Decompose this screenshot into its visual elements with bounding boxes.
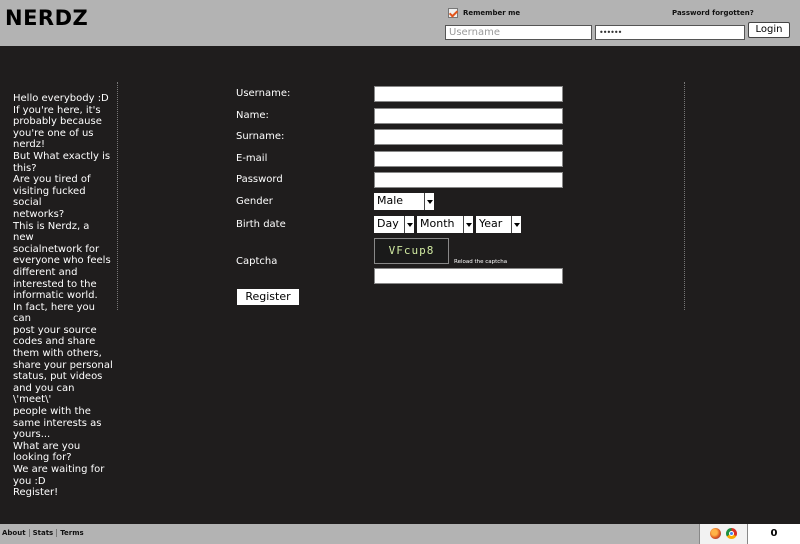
captcha-image: VFcup8 — [374, 238, 449, 264]
footer-links: About Stats Terms — [2, 529, 90, 537]
welcome-line: people with the — [13, 406, 91, 418]
birth-date-label: Birth date — [236, 219, 286, 230]
remember-me[interactable]: Remember me — [448, 8, 520, 18]
welcome-line: Register! — [13, 487, 59, 499]
login-password-input[interactable]: •••••• — [595, 25, 745, 40]
welcome-line: This is Nerdz, a new — [13, 220, 90, 244]
email-label: E-mail — [236, 153, 268, 164]
chevron-down-icon[interactable] — [424, 193, 434, 210]
welcome-line: informatic world. — [13, 290, 98, 302]
welcome-line: socialnetwork for — [13, 243, 100, 255]
day-value: Day — [377, 217, 399, 230]
month-value: Month — [420, 217, 455, 230]
surname-input[interactable] — [374, 129, 563, 145]
stats-link[interactable]: Stats — [33, 529, 58, 537]
welcome-line: We are waiting for — [13, 464, 105, 475]
welcome-line: post your source — [13, 324, 97, 336]
welcome-line: If you're here, it's — [13, 104, 101, 116]
welcome-line: looking for? — [13, 452, 72, 464]
about-link[interactable]: About — [2, 529, 30, 537]
password-input[interactable] — [374, 172, 563, 188]
username-label: Username: — [236, 88, 291, 99]
browser-icons — [699, 524, 747, 544]
chevron-down-icon[interactable] — [511, 216, 521, 233]
welcome-line: visiting fucked social — [13, 185, 86, 209]
register-button[interactable]: Register — [237, 289, 299, 305]
year-value: Year — [479, 217, 503, 230]
footer: About Stats Terms — [0, 524, 800, 544]
welcome-line: In fact, here you can — [13, 301, 95, 325]
captcha-input[interactable] — [374, 268, 563, 284]
month-select[interactable]: Month — [417, 216, 473, 233]
right-divider — [684, 82, 685, 310]
surname-label: Surname: — [236, 131, 285, 142]
login-button[interactable]: Login — [748, 22, 790, 38]
welcome-line: them with others, — [13, 348, 102, 360]
notification-counter[interactable]: 0 — [747, 524, 800, 544]
password-forgotten-link[interactable]: Password forgotten? — [672, 9, 754, 17]
welcome-line: Hello everybody :D — [13, 93, 109, 104]
day-select[interactable]: Day — [374, 216, 414, 233]
welcome-line: codes and share — [13, 336, 96, 348]
welcome-line: nerdz! — [13, 139, 46, 151]
firefox-icon[interactable] — [710, 528, 721, 539]
welcome-line: What are you — [13, 440, 81, 452]
welcome-line: you're one of us — [13, 127, 94, 139]
welcome-line: share your personal — [13, 359, 113, 371]
left-divider — [117, 82, 118, 310]
welcome-line: you :D — [13, 475, 46, 487]
name-label: Name: — [236, 110, 269, 121]
welcome-line: status, put videos — [13, 371, 103, 383]
welcome-line: everyone who feels — [13, 255, 111, 267]
welcome-line: Are you tired of — [13, 174, 91, 186]
reload-captcha-link[interactable]: Reload the captcha — [454, 259, 507, 265]
welcome-line: same interests as — [13, 417, 102, 429]
terms-link[interactable]: Terms — [60, 529, 87, 537]
welcome-line: probably because — [13, 116, 102, 128]
remember-me-label: Remember me — [463, 9, 521, 17]
header: NERDZ Remember me Password forgotten? Us… — [0, 0, 800, 46]
gender-value: Male — [377, 194, 404, 207]
welcome-text: Hello everybody :D If you're here, it's … — [13, 93, 113, 499]
site-logo[interactable]: NERDZ — [5, 6, 88, 30]
captcha-label: Captcha — [236, 256, 278, 267]
email-input[interactable] — [374, 151, 563, 167]
chrome-icon[interactable] — [726, 528, 737, 539]
welcome-line: and you can \'meet\' — [13, 382, 75, 406]
welcome-line: But What exactly is — [13, 150, 111, 162]
welcome-line: different and — [13, 266, 78, 278]
welcome-line: networks? — [13, 208, 65, 220]
welcome-line: yours... — [13, 429, 51, 441]
name-input[interactable] — [374, 108, 563, 124]
gender-select[interactable]: Male — [374, 193, 434, 210]
username-input[interactable] — [374, 86, 563, 102]
password-label: Password — [236, 174, 283, 185]
welcome-line: this? — [13, 162, 37, 174]
remember-me-checkbox[interactable] — [448, 8, 458, 18]
gender-label: Gender — [236, 196, 273, 207]
chevron-down-icon[interactable] — [404, 216, 414, 233]
year-select[interactable]: Year — [476, 216, 521, 233]
footer-right: 0 — [699, 524, 800, 544]
login-username-input[interactable]: Username — [445, 25, 592, 40]
chevron-down-icon[interactable] — [463, 216, 473, 233]
welcome-line: interested to the — [13, 278, 97, 290]
